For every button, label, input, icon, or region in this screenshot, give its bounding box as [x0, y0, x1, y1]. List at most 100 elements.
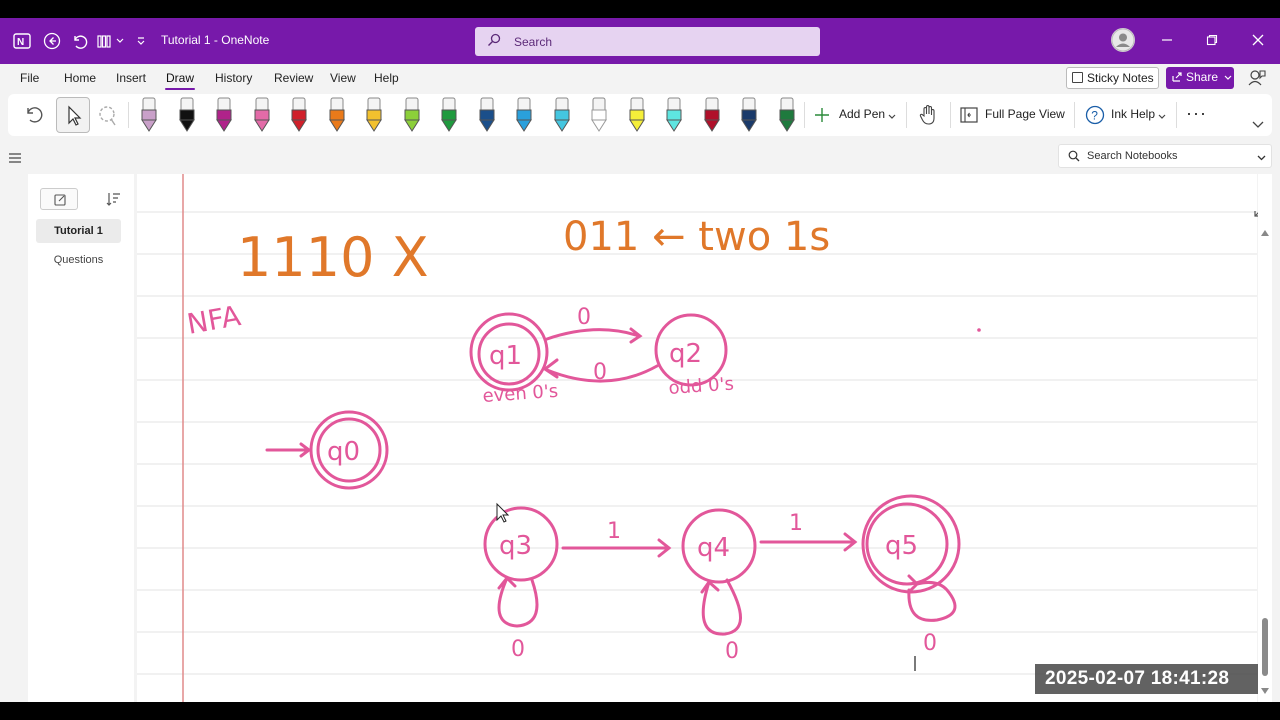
- tab-home[interactable]: Home: [64, 71, 96, 85]
- pen-2[interactable]: [176, 96, 198, 134]
- scroll-up-icon[interactable]: [1261, 230, 1269, 236]
- title-bar: N Tutorial 1 - OneNote Search: [0, 18, 1280, 64]
- tab-history[interactable]: History: [215, 71, 252, 85]
- chevron-down-icon[interactable]: [1257, 154, 1266, 162]
- ink-help-icon: ?: [1085, 105, 1105, 125]
- chevron-down-icon[interactable]: [114, 31, 126, 51]
- pen-1[interactable]: [138, 96, 160, 134]
- sticky-notes-button[interactable]: Sticky Notes: [1066, 67, 1159, 89]
- hamburger-menu-icon[interactable]: [8, 152, 22, 164]
- ink-label-even-zeros: even 0's: [482, 381, 559, 407]
- ink-drawing[interactable]: 1110 X 011 ← two 1s NFA q0 q1 q2 q3 q4 q…: [137, 174, 1257, 702]
- pen-12[interactable]: [551, 96, 573, 134]
- share-button[interactable]: Share: [1166, 67, 1234, 89]
- hand-pan-icon[interactable]: [918, 104, 938, 126]
- lasso-select-button[interactable]: [92, 98, 122, 132]
- edge-q1-q2: [545, 327, 643, 344]
- search-input[interactable]: Search: [475, 27, 820, 56]
- customize-toolbar-icon[interactable]: [134, 31, 148, 51]
- select-objects-button[interactable]: [56, 97, 90, 133]
- pen-16[interactable]: [701, 96, 723, 134]
- tab-view[interactable]: View: [330, 71, 356, 85]
- touch-mode-icon[interactable]: [94, 31, 114, 51]
- video-timestamp: 2025-02-07 18:41:28: [1035, 664, 1258, 694]
- state-q2-label: q2: [669, 339, 702, 369]
- loop-q4-label: 0: [725, 639, 739, 664]
- toolbar-divider: [950, 102, 951, 128]
- search-placeholder: Search: [514, 35, 553, 49]
- chevron-down-icon[interactable]: [888, 113, 896, 121]
- loop-q4: [700, 578, 742, 636]
- loop-q5: [907, 574, 957, 622]
- document-title: Tutorial 1 - OneNote: [161, 33, 270, 47]
- pen-8[interactable]: [401, 96, 423, 134]
- sort-pages-icon[interactable]: [104, 190, 122, 208]
- share-icon: [1172, 72, 1182, 82]
- pen-4[interactable]: [251, 96, 273, 134]
- avatar[interactable]: [1111, 28, 1135, 52]
- loop-q3-label: 0: [511, 637, 525, 662]
- active-tab-indicator: [165, 88, 195, 90]
- ribbon-tabs: File Home Insert Draw History Review Vie…: [0, 64, 1280, 92]
- pen-3[interactable]: [213, 96, 235, 134]
- add-icon: [815, 108, 829, 122]
- add-pen-button[interactable]: Add Pen: [839, 107, 885, 121]
- search-notebooks-input[interactable]: Search Notebooks: [1058, 144, 1272, 168]
- svg-text:?: ?: [1091, 109, 1098, 123]
- pen-17[interactable]: [738, 96, 760, 134]
- ink-heading-1110: 1110 X: [237, 226, 429, 289]
- pen-14[interactable]: [626, 96, 648, 134]
- page-list-panel: Tutorial 1 Questions: [28, 174, 134, 702]
- chevron-down-icon[interactable]: [1158, 113, 1166, 121]
- state-q1-label: q1: [489, 341, 522, 371]
- tab-file[interactable]: File: [20, 71, 39, 85]
- back-icon[interactable]: [42, 31, 62, 51]
- page-item-questions[interactable]: Questions: [36, 248, 121, 272]
- note-canvas[interactable]: 1110 X 011 ← two 1s NFA q0 q1 q2 q3 q4 q…: [137, 174, 1266, 702]
- pen-13[interactable]: [588, 96, 610, 134]
- more-options-button[interactable]: ···: [1186, 103, 1207, 124]
- state-q4-label: q4: [697, 533, 730, 563]
- collapse-ribbon-icon[interactable]: [1252, 120, 1264, 130]
- minimize-button[interactable]: [1155, 28, 1179, 52]
- tab-insert[interactable]: Insert: [116, 71, 146, 85]
- pen-7[interactable]: [363, 96, 385, 134]
- svg-text:N: N: [17, 37, 24, 48]
- share-label: Share: [1186, 70, 1219, 84]
- sticky-notes-icon: [1072, 72, 1083, 83]
- state-q3-label: q3: [499, 531, 532, 561]
- page-item-tutorial-1[interactable]: Tutorial 1: [36, 219, 121, 243]
- pen-10[interactable]: [476, 96, 498, 134]
- pen-15[interactable]: [663, 96, 685, 134]
- pen-5[interactable]: [288, 96, 310, 134]
- add-page-button[interactable]: [40, 188, 78, 210]
- add-page-icon: [54, 194, 66, 206]
- restore-button[interactable]: [1200, 28, 1224, 52]
- toolbar-divider: [128, 102, 129, 128]
- pen-18[interactable]: [776, 96, 798, 134]
- vertical-scrollbar[interactable]: [1258, 174, 1272, 702]
- tab-draw[interactable]: Draw: [166, 71, 194, 85]
- chevron-down-icon: [1224, 75, 1232, 80]
- pen-6[interactable]: [326, 96, 348, 134]
- scroll-down-icon[interactable]: [1261, 688, 1269, 694]
- ink-label-nfa: NFA: [184, 299, 243, 341]
- state-q0-label: q0: [327, 437, 360, 467]
- scrollbar-thumb[interactable]: [1262, 618, 1268, 676]
- pen-11[interactable]: [513, 96, 535, 134]
- undo-icon[interactable]: [69, 31, 89, 51]
- close-button[interactable]: [1246, 28, 1270, 52]
- feedback-icon[interactable]: [1247, 68, 1267, 88]
- tab-review[interactable]: Review: [274, 71, 313, 85]
- full-page-view-icon: [960, 107, 978, 123]
- undo-button[interactable]: [18, 98, 48, 132]
- tab-help[interactable]: Help: [374, 71, 399, 85]
- toolbar-divider: [906, 102, 907, 128]
- pen-9[interactable]: [438, 96, 460, 134]
- full-page-view-button[interactable]: Full Page View: [985, 107, 1065, 121]
- ink-help-button[interactable]: Ink Help: [1111, 107, 1155, 121]
- toolbar-divider: [1176, 102, 1177, 128]
- edge-q4-q5-label: 1: [789, 511, 803, 536]
- search-icon: [488, 33, 501, 46]
- ink-heading-011: 011 ← two 1s: [563, 214, 830, 260]
